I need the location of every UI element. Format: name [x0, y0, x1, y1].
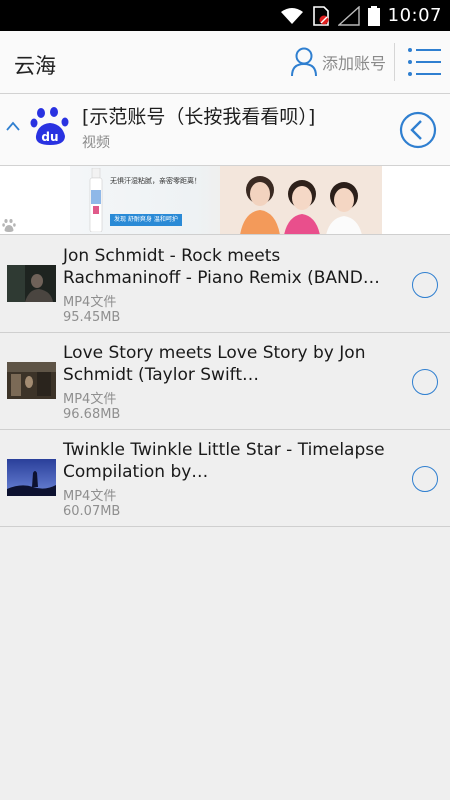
file-type: MP4文件: [63, 392, 117, 407]
select-radio[interactable]: [412, 272, 438, 298]
file-type: MP4文件: [63, 489, 117, 504]
app-header: 云海 添加账号: [0, 31, 450, 94]
back-circle-icon[interactable]: [399, 111, 437, 149]
ad-cta: 发现 舒耐爽身 温和呵护: [110, 214, 182, 226]
video-thumbnail: [7, 459, 56, 496]
account-name: [示范账号（长按我看看呗）]: [82, 106, 316, 128]
deodorant-bottle-image: [89, 168, 103, 232]
status-bar: 10:07: [0, 0, 450, 31]
select-radio[interactable]: [412, 369, 438, 395]
account-category: 视频: [82, 135, 110, 151]
file-list: Jon Schmidt - Rock meets Rachmaninoff - …: [0, 236, 450, 527]
file-type: MP4文件: [63, 295, 117, 310]
ad-image: 无惧汗湿粘腻，亲密零距离！ 发现 舒耐爽身 温和呵护: [70, 166, 382, 234]
file-size: 60.07MB: [63, 504, 121, 519]
status-icons: 10:07: [280, 0, 442, 31]
list-item[interactable]: Jon Schmidt - Rock meets Rachmaninoff - …: [0, 236, 450, 333]
wifi-icon: [280, 7, 303, 24]
user-add-icon: [291, 47, 317, 77]
ad-people-image: [220, 166, 382, 234]
file-title: Twinkle Twinkle Little Star - Timelapse …: [63, 440, 385, 482]
file-title: Jon Schmidt - Rock meets Rachmaninoff - …: [63, 246, 380, 288]
menu-list-icon: [408, 48, 441, 76]
ad-paw-icon: [2, 219, 16, 232]
ad-headline: 无惧汗湿粘腻，亲密零距离！: [110, 177, 201, 185]
add-account-label: 添加账号: [322, 54, 387, 73]
header-divider: [394, 43, 395, 81]
file-size: 96.68MB: [63, 407, 121, 422]
list-item[interactable]: Love Story meets Love Story by Jon Schmi…: [0, 333, 450, 430]
menu-button[interactable]: [404, 45, 444, 79]
file-size: 95.45MB: [63, 310, 121, 325]
ad-banner[interactable]: 无惧汗湿粘腻，亲密零距离！ 发现 舒耐爽身 温和呵护: [0, 166, 450, 235]
file-title: Love Story meets Love Story by Jon Schmi…: [63, 343, 366, 385]
add-account-button[interactable]: 添加账号: [290, 45, 386, 79]
signal-icon: [337, 5, 360, 26]
app-title: 云海: [14, 54, 56, 78]
baidu-logo-text: du: [41, 130, 58, 144]
list-item[interactable]: Twinkle Twinkle Little Star - Timelapse …: [0, 430, 450, 527]
status-time: 10:07: [387, 5, 442, 26]
collapse-icon[interactable]: [5, 120, 21, 132]
sim-blocked-icon: [312, 5, 329, 26]
video-thumbnail: [7, 362, 56, 399]
baidu-paw-logo: du: [30, 107, 69, 145]
battery-icon: [367, 5, 380, 26]
video-thumbnail: [7, 265, 56, 302]
account-row[interactable]: du [示范账号（长按我看看呗）] 视频: [0, 94, 450, 166]
select-radio[interactable]: [412, 466, 438, 492]
